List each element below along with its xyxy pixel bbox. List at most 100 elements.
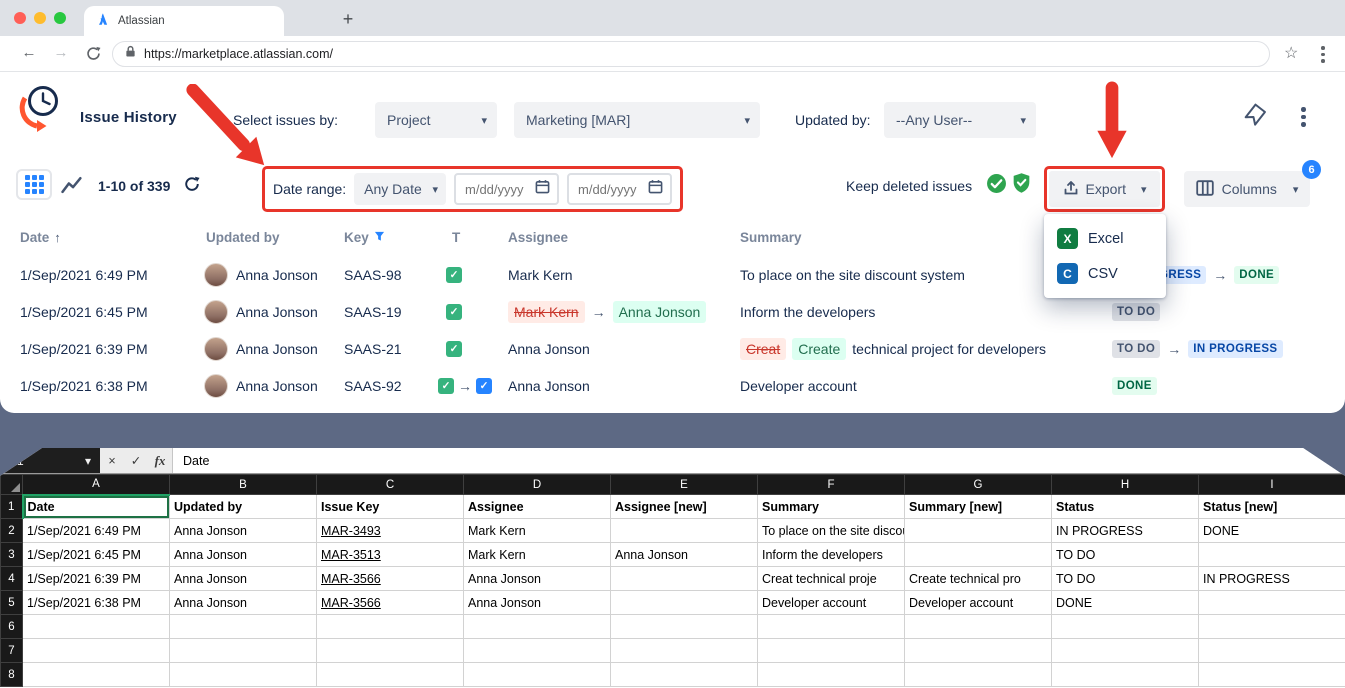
cell-issue-key[interactable]: SAAS-92 (344, 367, 402, 404)
url-field[interactable]: https://marketplace.atlassian.com/ (112, 41, 1270, 67)
formula-input[interactable]: Date (172, 448, 1345, 473)
row-header[interactable]: 3 (1, 543, 23, 567)
cell[interactable] (23, 615, 170, 639)
cell[interactable]: DONE (1199, 519, 1345, 543)
select-all-corner[interactable] (1, 475, 23, 495)
cell[interactable] (170, 663, 317, 687)
cell[interactable] (905, 663, 1052, 687)
row-header[interactable]: 4 (1, 567, 23, 591)
cell[interactable]: Issue Key (317, 495, 464, 519)
column-header[interactable]: H (1052, 475, 1199, 495)
cell[interactable] (1199, 591, 1345, 615)
cell[interactable] (905, 519, 1052, 543)
insert-function-icon[interactable]: fx (148, 448, 172, 473)
cell[interactable]: Status [new] (1199, 495, 1345, 519)
row-header[interactable]: 1 (1, 495, 23, 519)
cell[interactable]: Summary (758, 495, 905, 519)
cell[interactable] (1199, 639, 1345, 663)
column-header-updated-by[interactable]: Updated by (206, 230, 280, 245)
date-from-input[interactable] (463, 181, 535, 198)
back-icon[interactable]: ← (18, 44, 40, 61)
column-header[interactable]: C (317, 475, 464, 495)
bookmark-star-icon[interactable]: ☆ (1284, 43, 1298, 63)
cell[interactable]: Developer account (905, 591, 1052, 615)
cell[interactable] (611, 663, 758, 687)
cell[interactable] (611, 591, 758, 615)
cell[interactable]: Assignee [new] (611, 495, 758, 519)
minimize-window-button[interactable] (34, 12, 46, 24)
cell[interactable] (905, 639, 1052, 663)
cell[interactable]: Inform the developers (758, 543, 905, 567)
column-header-key[interactable]: Key (344, 230, 385, 245)
confirm-entry-icon[interactable]: ✓ (124, 448, 148, 473)
cell[interactable] (464, 663, 611, 687)
keep-deleted-check-icon[interactable] (986, 173, 1007, 199)
refresh-icon[interactable] (184, 176, 200, 197)
project-dropdown[interactable]: Marketing [MAR] ▾ (514, 102, 760, 138)
cell[interactable] (1199, 663, 1345, 687)
cell-issue-key[interactable]: SAAS-21 (344, 330, 402, 367)
feedback-ribbon-icon[interactable] (1243, 103, 1267, 132)
row-header[interactable]: 2 (1, 519, 23, 543)
cell[interactable] (758, 663, 905, 687)
date-to-field[interactable] (567, 173, 672, 205)
forward-icon[interactable]: → (50, 44, 72, 61)
calendar-icon[interactable] (648, 179, 663, 199)
cell[interactable] (1199, 543, 1345, 567)
column-header[interactable]: G (905, 475, 1052, 495)
cell-link[interactable]: MAR-3566 (317, 591, 464, 615)
row-header[interactable]: 7 (1, 639, 23, 663)
cell-link[interactable]: MAR-3566 (317, 567, 464, 591)
chart-view-toggle[interactable] (60, 174, 84, 195)
reload-icon[interactable] (82, 46, 104, 65)
export-menu-item-excel[interactable]: X Excel (1044, 221, 1166, 256)
date-to-input[interactable] (576, 181, 648, 198)
row-header[interactable]: 6 (1, 615, 23, 639)
cell[interactable] (464, 639, 611, 663)
column-header[interactable]: D (464, 475, 611, 495)
cell[interactable] (611, 519, 758, 543)
cell[interactable] (758, 615, 905, 639)
cell[interactable]: Developer account (758, 591, 905, 615)
cell[interactable]: To place on the site discount system (758, 519, 905, 543)
cell[interactable]: 1/Sep/2021 6:45 PM (23, 543, 170, 567)
cell[interactable]: Anna Jonson (464, 567, 611, 591)
cell-link[interactable]: MAR-3493 (317, 519, 464, 543)
cell[interactable]: Anna Jonson (170, 519, 317, 543)
grid-view-toggle[interactable] (16, 169, 52, 200)
cell[interactable] (317, 639, 464, 663)
cell[interactable]: Summary [new] (905, 495, 1052, 519)
column-header[interactable]: F (758, 475, 905, 495)
cell[interactable]: Status (1052, 495, 1199, 519)
browser-menu-icon[interactable] (1321, 46, 1325, 63)
cell[interactable] (23, 663, 170, 687)
columns-button[interactable]: Columns ▾ (1184, 171, 1310, 207)
calendar-icon[interactable] (535, 179, 550, 199)
export-button[interactable]: Export ▾ (1049, 171, 1160, 207)
select-by-dropdown[interactable]: Project ▾ (375, 102, 497, 138)
cell[interactable]: Anna Jonson (170, 543, 317, 567)
column-header[interactable]: A (23, 475, 170, 495)
cell[interactable]: DONE (1052, 591, 1199, 615)
new-tab-button[interactable]: + (336, 7, 360, 31)
cell[interactable] (905, 615, 1052, 639)
cell[interactable] (611, 615, 758, 639)
column-header[interactable]: I (1199, 475, 1345, 495)
column-header-date[interactable]: Date ↑ (20, 230, 61, 245)
cell[interactable]: Create technical pro (905, 567, 1052, 591)
row-header[interactable]: 5 (1, 591, 23, 615)
cell[interactable]: Mark Kern (464, 519, 611, 543)
cell[interactable]: IN PROGRESS (1052, 519, 1199, 543)
cell[interactable] (758, 639, 905, 663)
cell[interactable]: Anna Jonson (611, 543, 758, 567)
browser-tab[interactable]: Atlassian (84, 6, 284, 36)
shield-icon[interactable] (1012, 172, 1031, 199)
cell-link[interactable]: MAR-3513 (317, 543, 464, 567)
column-header-summary[interactable]: Summary (740, 230, 802, 245)
date-from-field[interactable] (454, 173, 559, 205)
cell[interactable] (611, 639, 758, 663)
updated-by-dropdown[interactable]: --Any User-- ▾ (884, 102, 1036, 138)
cell[interactable] (905, 543, 1052, 567)
name-box[interactable]: A1 ▾ (0, 448, 100, 473)
cell[interactable]: Mark Kern (464, 543, 611, 567)
